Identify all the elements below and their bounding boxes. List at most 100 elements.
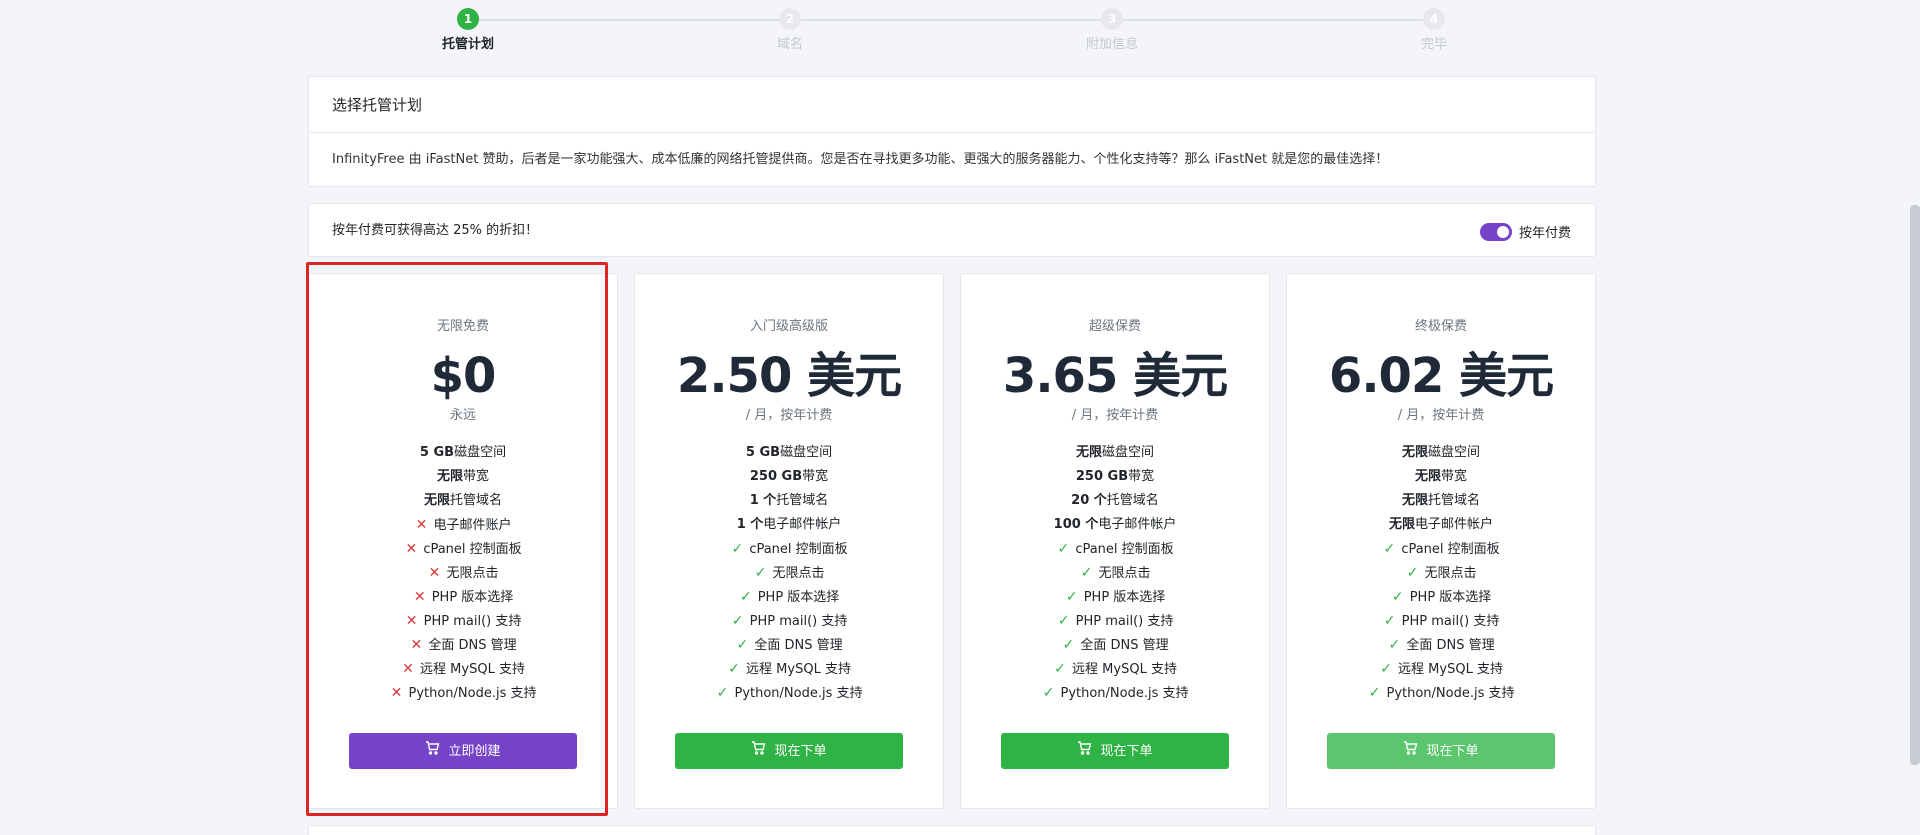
- plan-period: 永远: [449, 408, 476, 423]
- feature-text: PHP mail() 支持: [749, 614, 848, 629]
- step-number: 2: [779, 8, 801, 30]
- toggle-label: 按年付费: [1518, 226, 1571, 241]
- feature-item: ✓ cPanel 控制面板: [1287, 537, 1595, 561]
- feature-item: ✓ 远程 MySQL 支持: [635, 657, 943, 681]
- feature-text: 托管域名: [1428, 493, 1481, 508]
- check-icon: ✓: [1065, 589, 1078, 605]
- feature-text: PHP mail() 支持: [1401, 614, 1500, 629]
- feature-item: 250 GB带宽: [961, 465, 1269, 489]
- feature-text: 电子邮件帐户: [1098, 517, 1177, 532]
- feature-text: 带宽: [463, 469, 490, 484]
- feature-text: 托管域名: [776, 493, 829, 508]
- feature-text: 托管域名: [1106, 493, 1159, 508]
- feature-list: 无限磁盘空间 250 GB带宽 20 个托管域名 100 个电子邮件帐户 ✓ cPanel…: [961, 441, 1269, 705]
- step-domain: 2 域名: [730, 8, 850, 52]
- feature-item: 1 个托管域名: [635, 489, 943, 513]
- feature-text: 磁盘空间: [780, 445, 833, 460]
- feature-text: Python/Node.js 支持: [1386, 686, 1515, 701]
- feature-list: 无限磁盘空间 无限带宽 无限托管域名 无限电子邮件帐户 ✓ cPanel 控制面板 ✓ 无限点…: [1287, 441, 1595, 705]
- feature-item: ✓ PHP 版本选择: [961, 585, 1269, 609]
- step-label: 附加信息: [1085, 37, 1138, 52]
- check-icon: ✓: [716, 685, 729, 701]
- feature-text: 远程 MySQL 支持: [1398, 662, 1503, 677]
- feature-quantity: 无限: [436, 469, 463, 484]
- feature-text: 无限点击: [1098, 566, 1151, 581]
- plan-price: 3.65 美元: [1002, 348, 1228, 404]
- check-icon: ✓: [728, 661, 740, 677]
- discount-text: 按年付费可获得高达 25% 的折扣！: [332, 223, 539, 238]
- cross-icon: ✕: [413, 589, 426, 605]
- feature-item: ✓ 无限点击: [961, 561, 1269, 585]
- feature-text: PHP 版本选择: [757, 590, 840, 605]
- check-icon: ✓: [1383, 541, 1396, 557]
- feature-item: 无限磁盘空间: [961, 441, 1269, 465]
- stepper-track: [468, 19, 1434, 21]
- feature-item: ✓ Python/Node.js 支持: [961, 681, 1269, 705]
- feature-text: 全面 DNS 管理: [1080, 638, 1169, 653]
- feature-text: PHP 版本选择: [431, 590, 514, 605]
- check-icon: ✓: [1391, 589, 1404, 605]
- plan-name: 无限免费: [436, 319, 489, 334]
- feature-text: cPanel 控制面板: [749, 542, 848, 557]
- step-complete: 4 完毕: [1374, 8, 1494, 52]
- pricing-card: 终极保费 6.02 美元 / 月，按年计费 无限磁盘空间 无限带宽 无限托管域名 无限电子邮…: [1286, 273, 1596, 809]
- feature-item: ✓ PHP mail() 支持: [1287, 609, 1595, 633]
- feature-list: 5 GB磁盘空间 250 GB带宽 1 个托管域名 1 个电子邮件帐户 ✓ cPanel …: [635, 441, 943, 705]
- step-number: 1: [457, 8, 479, 30]
- check-icon: ✓: [736, 637, 749, 653]
- sponsor-description: InfinityFree 由 iFastNet 赞助，后者是一家功能强大、成本低…: [332, 152, 1389, 167]
- feature-text: 无限点击: [1424, 566, 1477, 581]
- check-icon: ✓: [1054, 661, 1066, 677]
- feature-item: ✕ Python/Node.js 支持: [309, 681, 617, 705]
- feature-item: ✕ 电子邮件账户: [309, 513, 617, 537]
- check-icon: ✓: [1057, 613, 1070, 629]
- order-now-button[interactable]: 现在下单: [1001, 733, 1229, 769]
- check-icon: ✓: [1042, 685, 1055, 701]
- feature-text: 带宽: [1441, 469, 1468, 484]
- feature-quantity: 5 GB: [419, 445, 455, 460]
- pricing-card: 无限免费 $0 永远 5 GB磁盘空间 无限带宽 无限托管域名 ✕ 电子邮件账户 ✕ cPanel…: [308, 273, 618, 809]
- feature-item: 无限托管域名: [1287, 489, 1595, 513]
- plan-period: / 月，按年计费: [745, 408, 833, 423]
- feature-text: 远程 MySQL 支持: [1072, 662, 1177, 677]
- check-icon: ✓: [739, 589, 752, 605]
- feature-item: ✕ 全面 DNS 管理: [309, 633, 617, 657]
- feature-text: 无限点击: [772, 566, 825, 581]
- toggle-switch[interactable]: [1479, 222, 1512, 241]
- order-now-button[interactable]: 现在下单: [675, 733, 903, 769]
- feature-item: ✕ cPanel 控制面板: [309, 537, 617, 561]
- billing-toggle-bar: 按年付费可获得高达 25% 的折扣！ 按年付费: [308, 203, 1596, 257]
- cross-icon: ✕: [402, 661, 414, 677]
- feature-item: 无限托管域名: [309, 489, 617, 513]
- feature-item: ✓ PHP mail() 支持: [635, 609, 943, 633]
- check-icon: ✓: [731, 541, 744, 557]
- check-icon: ✓: [1057, 541, 1070, 557]
- cross-icon: ✕: [410, 637, 423, 653]
- feature-text: Python/Node.js 支持: [408, 686, 537, 701]
- feature-text: PHP 版本选择: [1083, 590, 1166, 605]
- button-label: 现在下单: [774, 744, 827, 759]
- scrollbar[interactable]: [1910, 205, 1920, 765]
- cross-icon: ✕: [415, 517, 428, 533]
- create-now-button[interactable]: 立即创建: [349, 733, 577, 769]
- annual-billing-toggle[interactable]: 按年付费: [1479, 222, 1571, 241]
- feature-text: 全面 DNS 管理: [754, 638, 843, 653]
- button-label: 现在下单: [1426, 744, 1479, 759]
- feature-item: ✓ cPanel 控制面板: [961, 537, 1269, 561]
- cross-icon: ✕: [428, 565, 441, 581]
- feature-item: 无限带宽: [309, 465, 617, 489]
- check-icon: ✓: [1406, 565, 1419, 581]
- feature-item: ✕ PHP mail() 支持: [309, 609, 617, 633]
- order-now-button[interactable]: 现在下单: [1327, 733, 1555, 769]
- feature-quantity: 20 个: [1071, 493, 1107, 508]
- feature-text: Python/Node.js 支持: [1060, 686, 1189, 701]
- feature-text: 电子邮件帐户: [1415, 517, 1494, 532]
- next-section-card: [308, 825, 1596, 835]
- feature-text: 远程 MySQL 支持: [420, 662, 525, 677]
- check-icon: ✓: [1080, 565, 1093, 581]
- feature-item: ✓ Python/Node.js 支持: [1287, 681, 1595, 705]
- feature-quantity: 1 个: [749, 493, 777, 508]
- feature-text: cPanel 控制面板: [1401, 542, 1500, 557]
- feature-item: ✓ cPanel 控制面板: [635, 537, 943, 561]
- plan-period: / 月，按年计费: [1071, 408, 1159, 423]
